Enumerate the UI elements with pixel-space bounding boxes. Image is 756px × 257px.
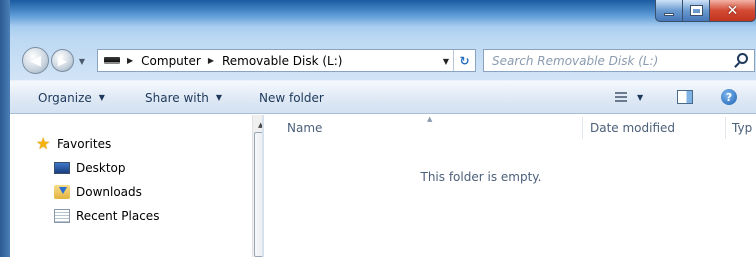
minimize-button[interactable] [655,0,683,22]
nav-item-desktop[interactable]: Desktop [54,161,126,175]
downloads-icon [54,185,70,199]
column-divider[interactable] [725,117,726,139]
desktop-icon [54,162,70,174]
chevron-down-icon: ▼ [78,56,86,66]
minimize-icon [664,13,674,16]
search-placeholder: Search Removable Disk (L:) [492,53,659,68]
share-with-label: Share with [145,90,209,105]
help-icon[interactable]: ? [721,89,737,105]
breadcrumb-removable-disk[interactable]: Removable Disk (L:) [222,54,343,68]
search-input[interactable]: Search Removable Disk (L:) [483,49,755,72]
address-row: ◀ ▶ ▼ ▶ Computer ▶ Removable Disk (L:) ▼… [10,38,756,80]
nav-item-label: Downloads [76,185,142,199]
chevron-down-icon: ▼ [98,93,105,102]
recent-places-icon [54,209,70,223]
empty-folder-message: This folder is empty. [420,170,542,184]
refresh-icon[interactable]: ↻ [453,50,475,71]
organize-menu-button[interactable]: Organize ▼ [38,81,105,114]
column-header-type[interactable]: Typ [732,115,752,141]
change-view-icon[interactable] [615,92,627,103]
caption-buttons: ✕ [655,0,756,24]
address-dropdown-icon[interactable]: ▼ [443,57,449,66]
nav-item-label: Recent Places [76,209,160,223]
breadcrumb-separator-icon[interactable]: ▶ [208,56,214,65]
nav-item-downloads[interactable]: Downloads [54,185,142,199]
nav-item-favorites[interactable]: ★ Favorites [36,136,111,152]
command-bar: Organize ▼ Share with ▼ New folder ▼ ? [10,80,756,114]
new-folder-label: New folder [259,90,324,105]
search-icon[interactable] [737,53,748,64]
back-button[interactable]: ◀ [22,47,49,74]
chevron-down-icon: ▼ [215,93,223,102]
organize-label: Organize [38,90,92,105]
new-folder-button[interactable]: New folder [259,81,324,114]
column-divider[interactable] [582,117,583,139]
maximize-button[interactable] [683,0,710,22]
star-icon: ★ [36,134,51,153]
close-button[interactable]: ✕ [710,0,756,22]
sort-ascending-icon: ▲ [427,115,433,123]
explorer-window: ✕ ◀ ▶ ▼ ▶ Computer ▶ Removable Disk (L:)… [0,0,756,257]
breadcrumb-separator-icon[interactable]: ▶ [127,56,133,65]
breadcrumb-computer[interactable]: Computer [141,54,201,68]
column-header-label: Name [287,121,323,135]
chevron-down-icon[interactable]: ▼ [637,93,643,102]
close-icon: ✕ [726,2,739,19]
address-bar[interactable]: ▶ Computer ▶ Removable Disk (L:) ▼ ↻ [97,49,476,72]
drive-icon [104,57,120,64]
navigation-pane: ★ Favorites Desktop Downloads Recent Pla… [10,115,269,257]
maximize-icon [689,5,703,16]
file-list-pane[interactable]: Name ▲ Date modified Typ This folder is … [264,115,756,257]
column-header-date-modified[interactable]: Date modified [590,115,675,141]
forward-button[interactable]: ▶ [51,49,74,72]
nav-item-label: Desktop [76,161,126,175]
share-with-menu-button[interactable]: Share with ▼ [145,81,222,114]
column-header-label: Typ [732,121,753,135]
column-header-label: Date modified [590,121,676,135]
nav-item-recent-places[interactable]: Recent Places [54,209,159,223]
back-arrow-icon: ◀ [30,52,41,69]
favorites-label: Favorites [57,137,112,151]
forward-arrow-icon: ▶ [57,53,68,68]
title-bar[interactable] [0,0,756,38]
column-header-name[interactable]: Name [287,115,322,141]
window-left-edge [0,0,10,257]
recent-locations-dropdown[interactable]: ▼ [76,54,88,68]
preview-pane-icon[interactable] [677,90,693,104]
